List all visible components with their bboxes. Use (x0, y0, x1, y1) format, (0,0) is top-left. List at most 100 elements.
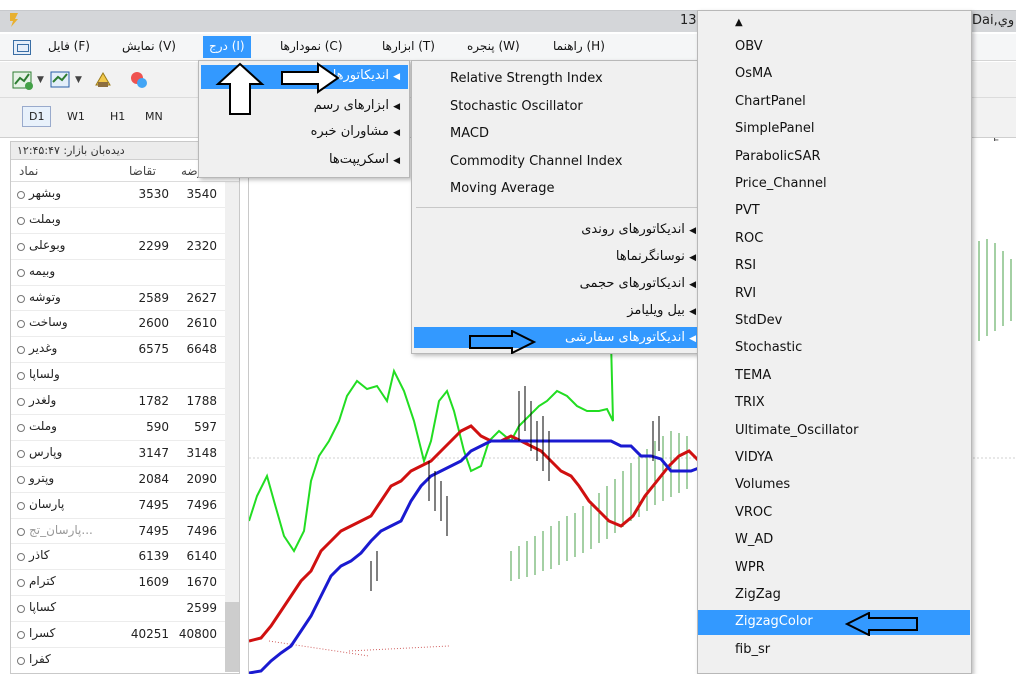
menu-item-scripts[interactable]: ◀ اسکریپت‌ها (201, 149, 408, 170)
indicator-group-item[interactable]: ◀ بیل ویلیامز (414, 300, 704, 321)
table-row[interactable]: ولساپا (11, 363, 239, 390)
submenu-arrow-icon: ◀ (689, 226, 696, 236)
ask-cell: 2610 (186, 316, 217, 331)
period-mn[interactable]: MN (145, 110, 163, 123)
table-row[interactable]: وبوعلی 2299 2320 (11, 234, 239, 260)
menu-window[interactable]: پنجره (W) (467, 39, 520, 53)
custom-indicator-item[interactable]: Volumes (735, 477, 790, 492)
symbol-cell: پارسان (29, 496, 65, 511)
market-watch-scroll-thumb[interactable] (225, 602, 239, 672)
menu-charts[interactable]: نمودارها (C) (280, 39, 343, 53)
custom-indicator-item[interactable]: RSI (735, 258, 756, 273)
custom-indicator-item[interactable]: VIDYA (735, 450, 773, 465)
table-row[interactable]: کساپا 2599 (11, 596, 239, 623)
window-restore-icon[interactable] (13, 40, 31, 55)
custom-indicator-item[interactable]: Price_Channel (735, 176, 827, 191)
menu-tools[interactable]: ابزارها (T) (382, 39, 435, 53)
candlesticks (370, 386, 660, 591)
bid-cell: 1782 (138, 394, 169, 409)
custom-indicator-item[interactable]: ROC (735, 231, 763, 246)
symbol-status-icon (17, 475, 25, 484)
table-row[interactable]: ولغدر 1782 1788 (11, 389, 239, 416)
menu-file[interactable]: فایل (F) (48, 39, 90, 53)
table-row[interactable]: کاذر 6139 6140 (11, 544, 239, 571)
profiles-icon[interactable] (50, 69, 72, 91)
menu-item-expert-advisors[interactable]: ◀ مشاوران خبره (201, 121, 408, 142)
market-watch-scrollbar[interactable] (225, 182, 239, 672)
market-watch-icon[interactable] (128, 69, 150, 91)
column-symbol[interactable]: نماد (19, 164, 38, 178)
table-row[interactable]: کسرا 40251 40800 (11, 622, 239, 649)
annotation-arrow-custom (469, 330, 537, 354)
custom-indicator-item[interactable]: ParabolicSAR (735, 149, 821, 164)
table-row[interactable]: کترام 1609 1670 (11, 570, 239, 597)
custom-indicator-item[interactable]: PVT (735, 203, 760, 218)
indicator-item[interactable]: Relative Strength Index (450, 71, 603, 86)
symbol-status-icon (17, 579, 25, 588)
bid-cell: 40251 (130, 627, 169, 642)
table-row[interactable]: وبیمه (11, 260, 239, 286)
table-row[interactable]: پارسان 7495 7496 (11, 493, 239, 519)
symbol-cell: ولساپا (29, 367, 60, 382)
custom-indicator-item[interactable]: VROC (735, 505, 772, 520)
table-row[interactable]: وپارس 3147 3148 (11, 441, 239, 467)
custom-indicator-item[interactable]: W_AD (735, 532, 773, 547)
table-row[interactable]: وملت 590 597 (11, 415, 239, 441)
indicator-group-item[interactable]: ◀ اندیکاتورهای حجمی (414, 273, 704, 294)
indicator-group-item[interactable]: ◀ نوسانگرنماها (414, 246, 704, 267)
ask-cell: 3148 (186, 445, 217, 460)
bid-cell: 590 (146, 420, 169, 435)
indicator-item[interactable]: Stochastic Oscillator (450, 99, 583, 114)
custom-indicator-item[interactable]: SimplePanel (735, 121, 814, 136)
table-row[interactable]: وساخت 2600 2610 (11, 311, 239, 338)
custom-indicator-item[interactable]: RVI (735, 286, 756, 301)
indicator-item[interactable]: MACD (450, 126, 489, 141)
custom-indicator-item[interactable]: Stochastic (735, 340, 802, 355)
symbol-status-icon (17, 449, 25, 458)
menu-help[interactable]: راهنما (H) (553, 39, 605, 53)
ichimoku-cloud-red (268, 640, 450, 657)
symbol-cell: کفرا (29, 652, 51, 667)
ask-cell: 597 (194, 420, 217, 435)
period-d1[interactable]: D1 (22, 106, 52, 127)
annotation-arrows (215, 62, 340, 115)
table-row[interactable]: وتوشه 2589 2627 (11, 286, 239, 312)
period-w1[interactable]: W1 (67, 110, 85, 123)
custom-indicator-item[interactable]: TRIX (735, 395, 765, 410)
indicator-item[interactable]: Commodity Channel Index (450, 154, 622, 169)
symbol-cell: وبشهر (29, 186, 61, 200)
navigator-icon[interactable] (92, 69, 114, 91)
custom-indicator-item[interactable]: OsMA (735, 66, 772, 81)
table-row[interactable]: پارسان_تج... 7495 7496 (11, 519, 239, 545)
new-chart-dropdown-icon[interactable]: ▼ (37, 75, 44, 85)
custom-indicators-menu: ▲ OBV OsMA ChartPanel SimplePanel ParabolicS… (697, 10, 972, 674)
scroll-up-icon[interactable]: ▲ (735, 17, 743, 28)
menu-view[interactable]: نمایش (V) (122, 39, 176, 53)
symbol-status-icon (17, 631, 25, 640)
submenu-arrow-icon: ◀ (393, 72, 400, 82)
indicator-group-item[interactable]: ◀ اندیکاتورهای سفارشی (414, 327, 704, 348)
table-row[interactable]: کفرا (11, 648, 239, 673)
table-row[interactable]: وبملت (11, 208, 239, 234)
custom-indicator-item[interactable]: ZigzagColor (698, 610, 970, 636)
custom-indicator-item[interactable]: WPR (735, 560, 765, 575)
menu-insert[interactable]: درج (I) (203, 36, 251, 58)
custom-indicator-item[interactable]: ChartPanel (735, 94, 806, 109)
period-h1[interactable]: H1 (110, 110, 125, 123)
menu-item-expert-advisors-label: مشاوران خبره (310, 124, 389, 139)
table-row[interactable]: وپترو 2084 2090 (11, 467, 239, 493)
bid-cell: 2084 (138, 471, 169, 486)
custom-indicator-item[interactable]: Ultimate_Oscillator (735, 423, 858, 438)
indicator-group-item[interactable]: ◀ اندیکاتورهای روندی (414, 219, 704, 240)
custom-indicator-item[interactable]: OBV (735, 39, 763, 54)
table-row[interactable]: وغدیر 6575 6648 (11, 337, 239, 364)
custom-indicator-item[interactable]: StdDev (735, 313, 782, 328)
custom-indicator-item[interactable]: TEMA (735, 368, 771, 383)
column-bid[interactable]: تقاضا (129, 164, 156, 178)
new-chart-icon[interactable] (12, 69, 34, 91)
table-row[interactable]: وبشهر 3530 3540 (11, 182, 239, 208)
indicator-item[interactable]: Moving Average (450, 181, 554, 196)
profiles-dropdown-icon[interactable]: ▼ (75, 75, 82, 85)
custom-indicator-item[interactable]: fib_sr (735, 642, 770, 657)
custom-indicator-item[interactable]: ZigZag (735, 587, 781, 602)
